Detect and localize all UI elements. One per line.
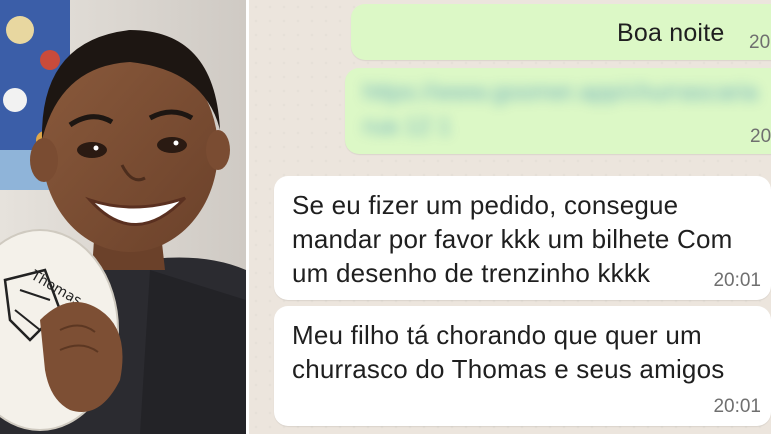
message-time: 20:01 <box>713 270 761 291</box>
message-text: Meu filho tá chorando que quer um churra… <box>292 320 725 384</box>
message-bubble-outgoing-link[interactable]: https://www.goomer.app/churrascaria rua … <box>345 68 771 154</box>
message-text: Boa noite <box>617 19 725 47</box>
message-time: 20:01 <box>713 396 761 417</box>
message-time: 20: <box>750 126 771 147</box>
message-bubble-outgoing[interactable]: Boa noite 20: <box>351 4 771 60</box>
blurred-link-text[interactable]: https://www.goomer.app/churrascaria rua … <box>363 76 771 144</box>
message-bubble-incoming[interactable]: Se eu fizer um pedido, consegue mandar p… <box>274 176 771 300</box>
photo-panel: Thomas <box>0 0 246 434</box>
boy-photo: Thomas <box>0 0 246 434</box>
message-bubble-incoming[interactable]: Meu filho tá chorando que quer um churra… <box>274 306 771 426</box>
message-time: 20: <box>749 32 771 53</box>
message-text: Se eu fizer um pedido, consegue mandar p… <box>292 190 733 288</box>
